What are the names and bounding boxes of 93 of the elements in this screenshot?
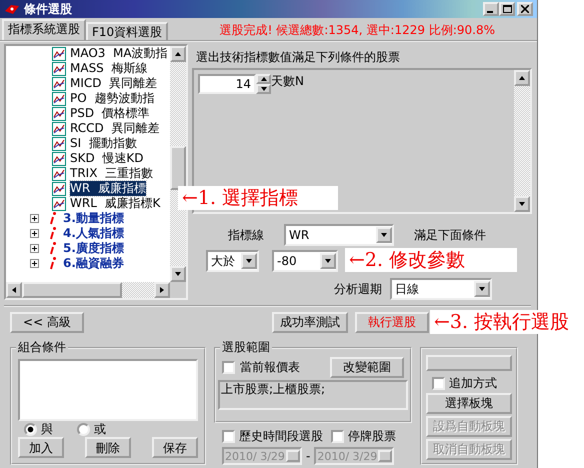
window-title: 條件選股	[24, 2, 72, 16]
tree-item[interactable]: MASS 梅斯線	[70, 61, 148, 76]
checkbox-label: 停牌股票	[348, 429, 396, 444]
annotation-text: ←1. 選擇指標	[178, 186, 338, 210]
expand-icon[interactable]	[30, 229, 39, 238]
condition-label: 滿足下面條件	[414, 228, 486, 243]
scroll-down-button[interactable]	[514, 196, 530, 212]
close-icon	[521, 5, 529, 14]
app-icon	[4, 3, 20, 15]
tree-item[interactable]: 6.融資融券	[63, 256, 124, 271]
checkbox-label: 歷史時間段選股	[239, 429, 323, 444]
checkbox[interactable]	[222, 361, 235, 374]
chart-icon	[52, 196, 66, 210]
period-dropdown[interactable]: 日線	[390, 278, 492, 300]
date-field: 2010/ 3/29	[222, 447, 302, 466]
info-icon	[49, 257, 57, 270]
chart-icon	[52, 166, 66, 180]
list-action-button[interactable]: 加入	[18, 437, 64, 458]
success-rate-test-button[interactable]: 成功率測試	[272, 312, 348, 333]
chart-icon	[52, 106, 66, 120]
chart-icon	[52, 122, 66, 136]
checkbox[interactable]	[432, 377, 445, 390]
scroll-up-button[interactable]	[170, 46, 186, 62]
list-action-button[interactable]: 保存	[152, 437, 198, 458]
tree-item[interactable]: 3.動量指標	[63, 211, 124, 226]
number-field[interactable]: 14	[198, 74, 256, 94]
advanced-button[interactable]: << 高級	[10, 312, 84, 333]
scroll-thumb[interactable]	[22, 282, 122, 298]
expand-icon[interactable]	[30, 214, 39, 223]
scroll-right-button[interactable]	[154, 282, 170, 298]
value-dropdown[interactable]: -80	[272, 250, 338, 272]
expand-icon[interactable]	[30, 244, 39, 253]
radio-label: 與	[41, 422, 53, 436]
chart-icon	[52, 76, 66, 90]
tree-item[interactable]: PO 趨勢波動指	[70, 91, 154, 106]
tree-item[interactable]: MAO3 MA波動指	[70, 46, 168, 61]
info-icon	[49, 212, 57, 225]
chart-icon	[52, 92, 66, 106]
status-text: 選股完成! 候選總數:1354, 選中:1229 比例:90.8%	[220, 22, 495, 38]
info-icon	[49, 227, 57, 240]
radio-label: 或	[94, 422, 106, 436]
scrollbar-corner	[170, 282, 186, 298]
tab[interactable]: 指標系統選股	[2, 18, 86, 40]
indicator-line-label: 指標線	[228, 228, 264, 243]
scroll-left-button[interactable]	[6, 282, 22, 298]
radio-button[interactable]	[77, 422, 90, 436]
tree-item[interactable]: 4.人氣指標	[63, 226, 124, 241]
checkbox[interactable]	[222, 430, 235, 443]
expand-icon[interactable]	[30, 259, 39, 268]
vertical-scrollbar[interactable]	[514, 70, 530, 212]
tree-item[interactable]: SKD 慢速KD	[70, 151, 144, 166]
info-icon	[49, 242, 57, 255]
tree-item[interactable]: MICD 異同離差	[70, 76, 158, 91]
chart-icon	[52, 136, 66, 150]
chart-icon	[52, 182, 66, 196]
period-label: 分析週期	[334, 282, 382, 297]
change-scope-button[interactable]: 改變範圍	[330, 357, 404, 378]
chart-icon	[52, 152, 66, 166]
tree-item[interactable]: WRL 威廉指標K	[70, 196, 160, 211]
checkbox-label: 追加方式	[449, 376, 497, 391]
annotation-text: ←2. 修改參數	[345, 248, 517, 272]
scroll-up-button[interactable]	[514, 70, 530, 86]
operator-dropdown[interactable]: 大於	[206, 250, 259, 272]
tree-item[interactable]: RCCD 異同離差	[70, 121, 160, 136]
scroll-thumb[interactable]	[170, 146, 186, 190]
block-button[interactable]: 選擇板塊	[426, 392, 512, 414]
indicator-line-dropdown[interactable]: WR	[284, 224, 394, 246]
list-action-button[interactable]: 刪除	[85, 437, 131, 458]
tree-item[interactable]: TRIX 三重指數	[70, 166, 154, 181]
checkbox-label: 當前報價表	[240, 360, 300, 375]
horizontal-scrollbar[interactable]	[6, 282, 186, 298]
maximize-button[interactable]	[499, 2, 515, 16]
maximize-icon	[502, 5, 512, 14]
market-list: 上市股票;上櫃股票;	[218, 380, 408, 410]
checkbox[interactable]	[331, 430, 344, 443]
minimize-button[interactable]	[483, 2, 499, 16]
chart-icon	[52, 46, 66, 60]
scroll-down-button[interactable]	[170, 266, 186, 282]
parameter-label: 天數N	[271, 74, 304, 89]
tab[interactable]: F10資料選股	[86, 22, 168, 40]
spin-buttons[interactable]	[256, 74, 271, 94]
tree-item[interactable]: PSD 價格標準	[70, 106, 150, 121]
criteria-heading: 選出技術指標數值滿足下列條件的股票	[195, 49, 401, 66]
radio-button[interactable]	[24, 422, 37, 436]
group-title: 選股範圍	[220, 340, 272, 354]
tree-item[interactable]: SI 擺動指數	[70, 136, 137, 151]
tree-item[interactable]: 5.廣度指標	[63, 241, 124, 256]
date-separator: -	[306, 449, 310, 464]
chart-icon	[52, 62, 66, 76]
tree-item[interactable]: WR 威廉指標	[70, 181, 146, 196]
close-button[interactable]	[517, 2, 533, 16]
date-field: 2010/ 3/29	[314, 447, 394, 466]
group-title: 組合條件	[16, 340, 68, 354]
